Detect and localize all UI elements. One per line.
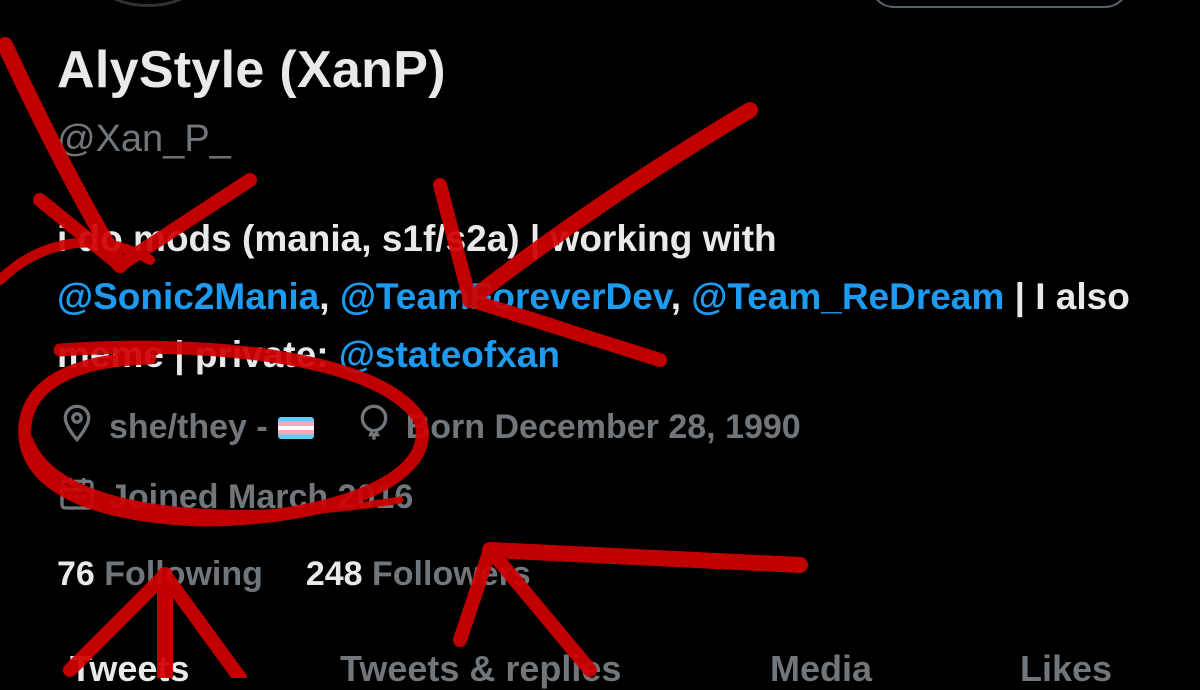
user-handle: @Xan_P_ xyxy=(57,118,231,160)
bio-text: i do mods (mania, s1f/s2a) | working wit… xyxy=(57,218,777,259)
tab-likes[interactable]: Likes xyxy=(1020,648,1112,690)
mention-link[interactable]: @TeamForeverDev xyxy=(340,276,671,317)
following-label: Following xyxy=(104,555,263,593)
edit-profile-button[interactable] xyxy=(870,0,1129,8)
mention-link[interactable]: @Sonic2Mania xyxy=(57,276,319,317)
profile-tabs: Tweets Tweets & replies Media Likes xyxy=(0,648,1200,690)
tab-tweets-replies[interactable]: Tweets & replies xyxy=(340,648,621,690)
followers-link[interactable]: 248 Followers xyxy=(306,555,531,593)
birthday-text: Born December 28, 1990 xyxy=(405,408,801,446)
following-link[interactable]: 76 Following xyxy=(57,555,263,593)
profile-meta-row: she/they - Born December 28, 1990 xyxy=(57,402,801,453)
balloon-icon xyxy=(354,402,394,453)
bio-separator: , xyxy=(319,276,340,317)
bio-separator: , xyxy=(670,276,692,317)
profile-bio: i do mods (mania, s1f/s2a) | working wit… xyxy=(57,210,1187,384)
followers-label: Followers xyxy=(372,555,531,593)
location-pin-icon xyxy=(57,402,97,453)
avatar[interactable] xyxy=(100,0,196,7)
following-count: 76 xyxy=(57,555,95,593)
mention-link[interactable]: @Team_ReDream xyxy=(691,276,1004,317)
tab-tweets[interactable]: Tweets xyxy=(70,648,189,690)
follow-stats: 76 Following 248 Followers xyxy=(57,555,531,594)
calendar-icon xyxy=(57,472,97,523)
trans-flag-icon xyxy=(277,416,314,439)
mention-link[interactable]: @stateofxan xyxy=(339,334,560,375)
location-text: she/they - xyxy=(109,408,268,446)
tab-media[interactable]: Media xyxy=(770,648,872,690)
followers-count: 248 xyxy=(305,555,363,593)
profile-meta-row: Joined March 2016 xyxy=(57,472,413,523)
joined-text: Joined March 2016 xyxy=(109,478,414,516)
display-name: AlyStyle (XanP) xyxy=(57,41,446,99)
